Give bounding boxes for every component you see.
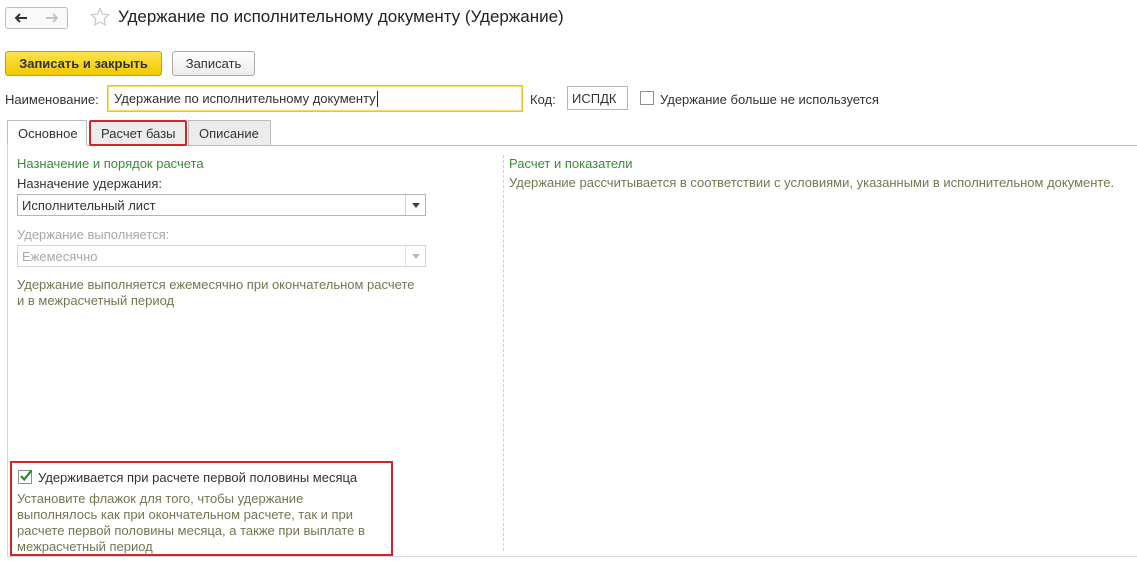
tab-description-label: Описание bbox=[199, 125, 259, 141]
tab-main[interactable]: Основное bbox=[7, 120, 87, 146]
performed-label: Удержание выполняется: bbox=[17, 227, 170, 242]
arrow-right-icon bbox=[45, 13, 58, 23]
performed-hint-line: Удержание выполняется ежемесячно при око… bbox=[17, 277, 415, 292]
tab-description[interactable]: Описание bbox=[188, 120, 271, 146]
arrow-left-icon bbox=[14, 13, 27, 23]
favorite-button[interactable] bbox=[90, 7, 110, 30]
tab-main-label: Основное bbox=[18, 125, 78, 141]
calculation-section-title: Расчет и показатели bbox=[509, 156, 633, 171]
back-button[interactable] bbox=[5, 7, 37, 29]
tab-base-calculation-label: Расчет базы bbox=[101, 125, 176, 141]
first-half-hint-line: межрасчетный период bbox=[17, 539, 153, 554]
column-divider bbox=[503, 155, 504, 551]
performed-hint: Удержание выполняется ежемесячно при око… bbox=[17, 277, 437, 309]
star-icon bbox=[90, 7, 110, 27]
calculation-hint: Удержание рассчитывается в соответствии … bbox=[509, 175, 1115, 190]
first-half-checkbox[interactable] bbox=[18, 469, 33, 484]
unused-label[interactable]: Удержание больше не используется bbox=[660, 92, 879, 107]
save-button[interactable]: Записать bbox=[172, 51, 255, 76]
performed-hint-line: и в межрасчетный период bbox=[17, 293, 175, 308]
purpose-select-value: Исполнительный лист bbox=[22, 197, 156, 213]
save-and-close-button[interactable]: Записать и закрыть bbox=[5, 51, 162, 76]
first-half-hint: Установите флажок для того, чтобы удержа… bbox=[17, 491, 387, 555]
performed-select-value: Ежемесячно bbox=[22, 248, 98, 264]
text-caret bbox=[376, 90, 378, 107]
tab-base-calculation[interactable]: Расчет базы bbox=[89, 120, 187, 146]
chevron-down-icon bbox=[411, 202, 420, 208]
name-input[interactable]: Удержание по исполнительному документу bbox=[107, 85, 523, 112]
first-half-label[interactable]: Удерживается при расчете первой половины… bbox=[38, 470, 357, 485]
unused-checkbox[interactable] bbox=[640, 91, 654, 105]
purpose-dropdown-button[interactable] bbox=[405, 195, 425, 215]
code-label: Код: bbox=[530, 92, 556, 107]
name-input-value: Удержание по исполнительному документу bbox=[114, 91, 376, 106]
performed-dropdown-button bbox=[405, 246, 425, 266]
first-half-hint-line: выполнялось как при окончательном расчет… bbox=[17, 507, 354, 522]
name-label: Наименование: bbox=[5, 92, 99, 107]
purpose-select[interactable]: Исполнительный лист bbox=[17, 194, 426, 216]
code-input[interactable]: ИСПДК bbox=[567, 86, 628, 110]
performed-select: Ежемесячно bbox=[17, 245, 426, 267]
first-half-hint-line: Установите флажок для того, чтобы удержа… bbox=[17, 491, 304, 506]
window-title: Удержание по исполнительному документу (… bbox=[118, 7, 564, 26]
checkmark-icon bbox=[20, 469, 33, 482]
chevron-down-icon bbox=[411, 253, 420, 259]
first-half-hint-line: расчете первой половины месяца, а также … bbox=[17, 523, 365, 538]
forward-button[interactable] bbox=[36, 7, 68, 29]
purpose-label: Назначение удержания: bbox=[17, 176, 162, 191]
purpose-section-title: Назначение и порядок расчета bbox=[17, 156, 204, 171]
code-input-value: ИСПДК bbox=[572, 90, 617, 106]
